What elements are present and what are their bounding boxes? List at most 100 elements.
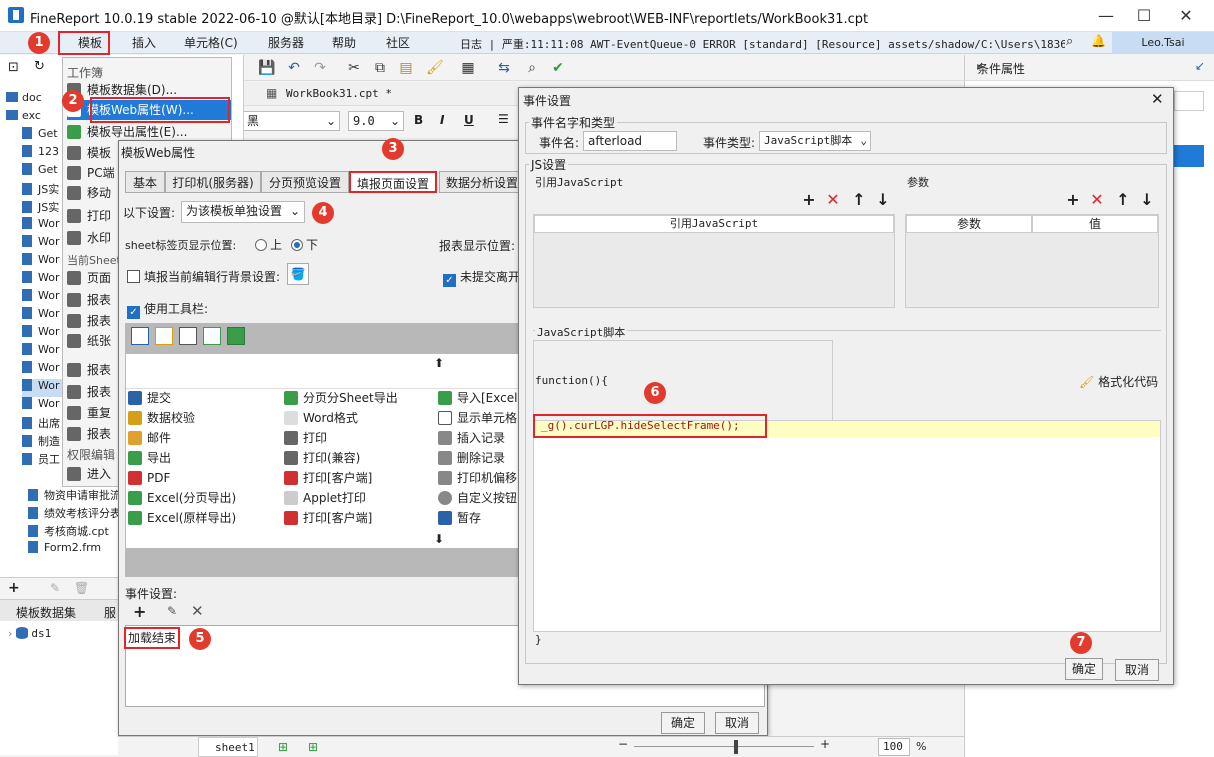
menu-server[interactable]: 服务器: [268, 34, 304, 51]
add-form-icon[interactable]: ⊞: [308, 740, 318, 754]
btn-insert-row[interactable]: 插入记录: [438, 428, 505, 448]
cancel-button[interactable]: 取消: [715, 712, 759, 734]
radio-top[interactable]: 上: [255, 236, 282, 253]
btn-export[interactable]: 导出: [128, 448, 171, 468]
btn-print-client-2[interactable]: 打印[客户端]: [284, 508, 372, 528]
btn-pdf[interactable]: PDF: [128, 468, 170, 488]
event-item-afterload[interactable]: 加载结束: [124, 627, 180, 649]
add-param-icon[interactable]: +: [1065, 192, 1081, 208]
tab-preview[interactable]: 分页预览设置: [261, 171, 349, 193]
zoom-out-icon[interactable]: −: [618, 737, 628, 751]
save-icon[interactable]: [131, 327, 149, 345]
zoom-slider[interactable]: − +: [618, 737, 830, 754]
font-name-select[interactable]: 黑 ⌄: [242, 111, 340, 131]
print-icon[interactable]: [179, 327, 197, 345]
delete-icon[interactable]: ✕: [191, 602, 204, 620]
expand-icon[interactable]: ↙: [1195, 59, 1205, 73]
event-type-select[interactable]: JavaScript脚本 ⌄: [759, 131, 871, 151]
align-left-icon[interactable]: ☰: [498, 112, 509, 126]
btn-print[interactable]: 打印: [284, 428, 327, 448]
event-name-input[interactable]: afterload: [583, 131, 677, 151]
btn-printer-offset[interactable]: 打印机偏移: [438, 468, 517, 488]
arrow-down-icon[interactable]: ⬇: [434, 532, 444, 546]
edit-icon[interactable]: [155, 327, 173, 345]
btn-email[interactable]: 邮件: [128, 428, 171, 448]
zoom-thumb[interactable]: [734, 740, 738, 754]
btn-temp-save[interactable]: 暂存: [438, 508, 481, 528]
tab-basic[interactable]: 基本: [125, 171, 165, 193]
add-sheet-icon[interactable]: ⊞: [278, 740, 288, 754]
btn-excel-original[interactable]: Excel(原样导出): [128, 508, 236, 528]
search-icon[interactable]: ⌕: [1066, 34, 1073, 49]
delete-icon[interactable]: 🗑: [74, 581, 89, 595]
user-name[interactable]: Leo.Tsai: [1112, 32, 1214, 54]
paste-icon[interactable]: ▤: [398, 60, 414, 76]
zoom-in-icon[interactable]: +: [820, 737, 830, 751]
btn-applet-print[interactable]: Applet打印: [284, 488, 366, 508]
log-status[interactable]: 日志 | 严重:11:11:08 AWT-EventQueue-0 ERROR …: [460, 36, 1065, 52]
arrow-up-icon[interactable]: ⬆: [434, 356, 444, 370]
bg-setting-checkbox[interactable]: 填报当前编辑行背景设置:: [127, 268, 280, 285]
paint-bucket-icon[interactable]: 🪣: [287, 263, 309, 285]
code-line[interactable]: _g().curLGP.hideSelectFrame();: [533, 414, 767, 438]
refresh-icon[interactable]: ↻: [34, 59, 45, 74]
sheet-tab[interactable]: sheet1: [198, 737, 258, 757]
swap-icon[interactable]: ⇆: [496, 60, 512, 76]
move-up-icon[interactable]: ↑: [851, 192, 867, 208]
tab-template-dataset[interactable]: 模板数据集: [16, 604, 76, 621]
edit-icon[interactable]: ✎: [50, 581, 60, 595]
cancel-button[interactable]: 取消: [1115, 659, 1159, 681]
export-icon[interactable]: [203, 327, 221, 345]
tab-analysis[interactable]: 数据分析设置: [439, 171, 525, 193]
editor-tab[interactable]: WorkBook31.cpt *: [286, 87, 392, 100]
setting-select[interactable]: 为该模板单独设置 ⌄: [181, 201, 305, 223]
menu-cell[interactable]: 单元格(C): [184, 34, 238, 51]
tab-fill-page[interactable]: 填报页面设置: [349, 171, 437, 193]
delete-param-icon[interactable]: ✕: [1089, 192, 1105, 208]
bold-icon[interactable]: B: [414, 113, 423, 127]
add-js-icon[interactable]: +: [801, 192, 817, 208]
btn-validate[interactable]: 数据校验: [128, 408, 195, 428]
menu-community[interactable]: 社区: [386, 34, 410, 51]
cut-icon[interactable]: ✂: [346, 60, 362, 76]
font-size-select[interactable]: 9.0 ⌄: [348, 111, 404, 131]
minimize-button[interactable]: —: [1086, 4, 1126, 28]
underline-icon[interactable]: U: [464, 113, 474, 127]
move-down-icon[interactable]: ↓: [875, 192, 891, 208]
side-field[interactable]: [1174, 91, 1204, 111]
datasource-item[interactable]: › ds1: [8, 627, 51, 640]
close-icon[interactable]: ✕: [1151, 90, 1164, 108]
param-up-icon[interactable]: ↑: [1115, 192, 1131, 208]
param-down-icon[interactable]: ↓: [1139, 192, 1155, 208]
bell-icon[interactable]: 🔔: [1091, 34, 1106, 48]
tree-item[interactable]: 物资申请审批流: [28, 487, 118, 505]
italic-icon[interactable]: I: [440, 113, 444, 127]
use-toolbar-checkbox[interactable]: ✓ 使用工具栏:: [127, 300, 208, 319]
delete-js-icon[interactable]: ✕: [825, 192, 841, 208]
btn-submit[interactable]: 提交: [128, 388, 171, 408]
edit-icon[interactable]: ✎: [167, 604, 177, 618]
format-brush-icon[interactable]: 🖌: [426, 60, 444, 76]
add-event-icon[interactable]: +: [133, 602, 146, 621]
undo-icon[interactable]: ↶: [286, 60, 302, 76]
unsubmitted-checkbox[interactable]: ✓ 未提交离开: [443, 268, 520, 287]
zoom-input[interactable]: 100: [878, 738, 910, 756]
code-editor[interactable]: [533, 420, 1161, 632]
ok-button[interactable]: 确定: [1065, 658, 1103, 680]
menu-item-export-properties[interactable]: 模板导出属性(E)...: [67, 122, 231, 142]
btn-import-excel[interactable]: 导入[Excel: [438, 388, 517, 408]
btn-word[interactable]: Word格式: [284, 408, 358, 428]
menu-help[interactable]: 帮助: [332, 34, 356, 51]
btn-print-client[interactable]: 打印[客户端]: [284, 468, 372, 488]
btn-delete-row[interactable]: 删除记录: [438, 448, 505, 468]
close-button[interactable]: ✕: [1166, 4, 1206, 28]
side-selection[interactable]: [1174, 145, 1204, 167]
tab-printer[interactable]: 打印机(服务器): [165, 171, 261, 193]
btn-print-compat[interactable]: 打印(兼容): [284, 448, 360, 468]
search-preview-icon[interactable]: ⌕: [524, 60, 540, 76]
save-icon[interactable]: 💾: [258, 60, 275, 76]
add-icon[interactable]: +: [8, 580, 20, 596]
ok-button[interactable]: 确定: [661, 712, 705, 734]
redo-icon[interactable]: ↷: [312, 60, 328, 76]
btn-show-cell[interactable]: 显示单元格: [438, 408, 517, 428]
